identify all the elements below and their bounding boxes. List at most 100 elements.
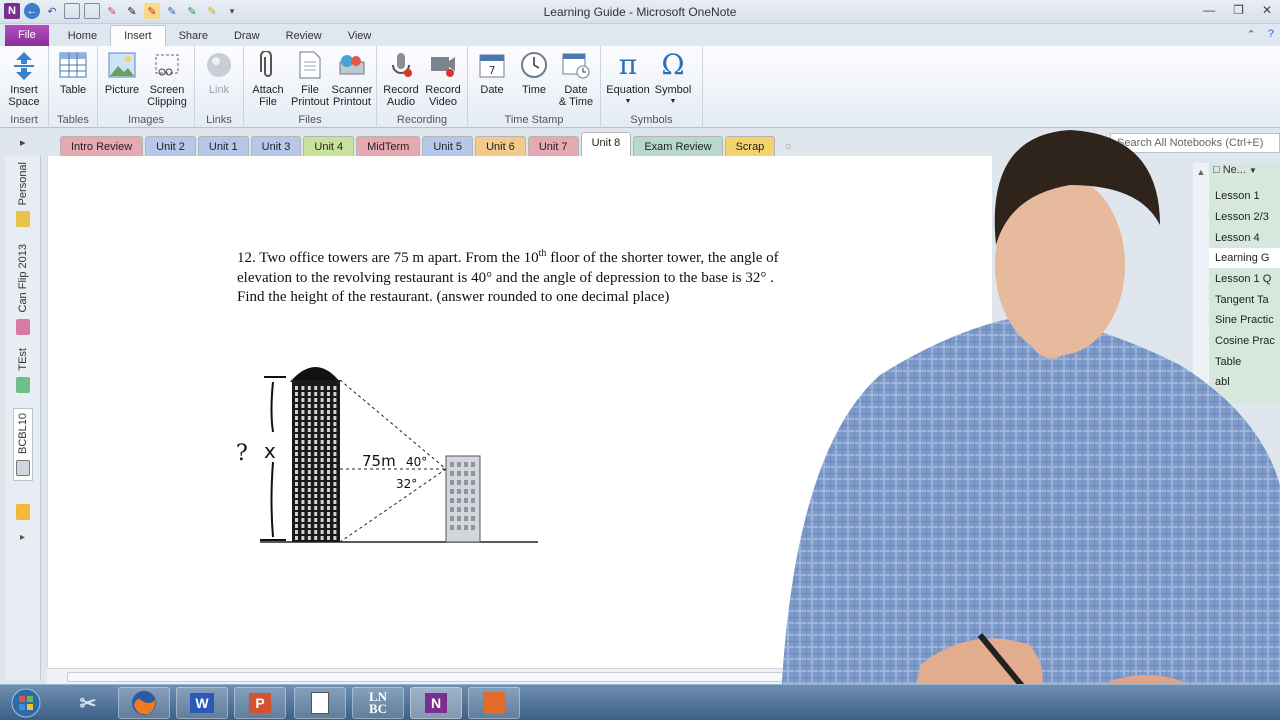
minimize-icon[interactable]: — <box>1203 3 1215 17</box>
tower-window <box>333 464 337 468</box>
tower-window <box>457 480 461 485</box>
tab-review[interactable]: Review <box>273 26 335 46</box>
tower-window <box>301 476 305 480</box>
taskbar-firefox[interactable] <box>118 687 170 719</box>
group-symbols: π Equation ▼ Ω Symbol ▼ Symbols <box>601 46 703 128</box>
page-tab[interactable]: abl <box>1209 372 1280 392</box>
tab-insert[interactable]: Insert <box>110 25 166 46</box>
page-tab[interactable]: Table <box>1209 352 1280 372</box>
page-tab[interactable]: Cosine Prac <box>1209 331 1280 351</box>
tower-window <box>320 488 324 492</box>
clock-icon <box>519 50 549 80</box>
taskbar-snipping-tool[interactable]: ✂ <box>62 687 114 719</box>
tower-window <box>320 476 324 480</box>
taskbar-lnbc[interactable]: LN BC <box>352 687 404 719</box>
short-tower-icon <box>445 455 481 543</box>
page-tab[interactable]: Lesson 1 <box>1209 186 1280 206</box>
notebook-personal[interactable]: Personal <box>13 162 33 228</box>
new-page-button[interactable]: □ Ne... ▼ <box>1213 164 1257 176</box>
tower-window <box>301 398 305 402</box>
notebook-icon <box>16 459 30 476</box>
close-icon[interactable]: ✕ <box>1262 3 1272 17</box>
tower-window <box>295 458 298 462</box>
tower-window <box>333 452 337 456</box>
tower-window <box>295 416 298 420</box>
unfiled-notes-button[interactable] <box>13 504 33 520</box>
tower-window <box>307 416 311 420</box>
link-icon <box>204 50 234 80</box>
symbol-dropdown-icon[interactable]: ▼ <box>670 96 677 108</box>
section-tab-unit-6[interactable]: Unit 6 <box>475 136 526 156</box>
tower-window <box>320 398 324 402</box>
section-tab-unit-5[interactable]: Unit 5 <box>422 136 474 156</box>
section-tab-intro-review[interactable]: Intro Review <box>60 136 144 156</box>
horizontal-scrollbar[interactable] <box>47 668 827 684</box>
section-tab-unit-1[interactable]: Unit 1 <box>197 136 249 156</box>
tab-share[interactable]: Share <box>166 26 221 46</box>
tower-window <box>314 482 318 486</box>
restore-icon[interactable]: ❐ <box>1233 3 1244 17</box>
taskbar-pdf[interactable] <box>468 687 520 719</box>
tab-view[interactable]: View <box>335 26 385 46</box>
tower-window <box>450 480 454 485</box>
section-tab-midterm[interactable]: MidTerm <box>356 136 421 156</box>
page-canvas[interactable]: 12. Two office towers are 75 m apart. Fr… <box>47 156 992 668</box>
tower-window <box>327 494 330 498</box>
group-links: Link Links <box>195 46 244 128</box>
group-recording: Record Audio Record Video Recording <box>377 46 468 128</box>
notebook-bcbl10[interactable]: BCBL10 <box>13 408 33 481</box>
new-page-dropdown-icon[interactable]: ▼ <box>1249 166 1257 175</box>
new-section-icon[interactable]: ☼ <box>783 140 793 152</box>
start-button[interactable] <box>4 687 48 719</box>
scrollbar-thumb[interactable] <box>67 672 807 682</box>
tower-window <box>314 434 318 438</box>
taskbar-onenote[interactable]: N <box>410 687 462 719</box>
tab-file[interactable]: File <box>5 25 49 46</box>
page-tab[interactable]: Learning G <box>1209 248 1280 268</box>
page-tab[interactable]: Lesson 4 <box>1209 228 1280 248</box>
tower-window <box>320 524 324 528</box>
help-icon[interactable]: ? <box>1268 28 1274 41</box>
page-tab[interactable]: Sine Practic <box>1209 310 1280 330</box>
new-page-icon: □ <box>1213 164 1220 176</box>
depression-line <box>339 468 447 543</box>
minimize-ribbon-icon[interactable]: ⌃ <box>1247 28 1256 41</box>
tower-window <box>295 512 298 516</box>
section-tab-unit-4[interactable]: Unit 4 <box>303 136 355 156</box>
tab-home[interactable]: Home <box>55 26 110 46</box>
tower-window <box>333 506 337 510</box>
notebook-can-flip[interactable]: Can Flip 2013 <box>13 244 33 335</box>
page-tab[interactable]: Lesson 1 Q <box>1209 269 1280 289</box>
tower-window <box>307 410 311 414</box>
tower-window <box>320 410 324 414</box>
section-tab-unit-2[interactable]: Unit 2 <box>145 136 196 156</box>
tower-window <box>320 506 324 510</box>
tower-window <box>301 404 305 408</box>
tower-window <box>333 500 337 504</box>
tower-window <box>327 386 330 390</box>
tower-window <box>307 428 311 432</box>
page-tab[interactable]: Lesson 2/3 <box>1209 207 1280 227</box>
taskbar-powerpoint[interactable]: P <box>234 687 286 719</box>
tower-window <box>327 446 330 450</box>
section-tab-scrap[interactable]: Scrap <box>724 136 776 156</box>
section-tab-unit-8[interactable]: Unit 8 <box>580 132 632 156</box>
window-controls: — ❐ ✕ <box>1203 3 1272 17</box>
screen-clipping-label: Screen Clipping <box>147 84 187 108</box>
tab-draw[interactable]: Draw <box>221 26 273 46</box>
equation-dropdown-icon[interactable]: ▼ <box>625 96 632 108</box>
search-input[interactable]: Search All Notebooks (Ctrl+E) <box>1110 133 1280 153</box>
taskbar-word[interactable]: W <box>176 687 228 719</box>
tower-window <box>333 446 337 450</box>
tower-window <box>333 518 337 522</box>
taskbar-notepad[interactable] <box>294 687 346 719</box>
section-tab-unit-7[interactable]: Unit 7 <box>527 136 579 156</box>
group-files: Attach File File Printout Scanner Printo… <box>244 46 377 128</box>
section-tab-exam-review[interactable]: Exam Review <box>633 136 723 156</box>
section-tab-unit-3[interactable]: Unit 3 <box>250 136 302 156</box>
page-tab[interactable]: Tangent Ta <box>1209 290 1280 310</box>
scroll-up-icon[interactable]: ▲ <box>1193 163 1209 177</box>
page-vertical-scrollbar[interactable]: ▲ <box>1193 163 1209 683</box>
expand-notebooks-icon[interactable]: ▸ <box>20 532 25 543</box>
notebook-test[interactable]: TEst <box>13 348 33 393</box>
